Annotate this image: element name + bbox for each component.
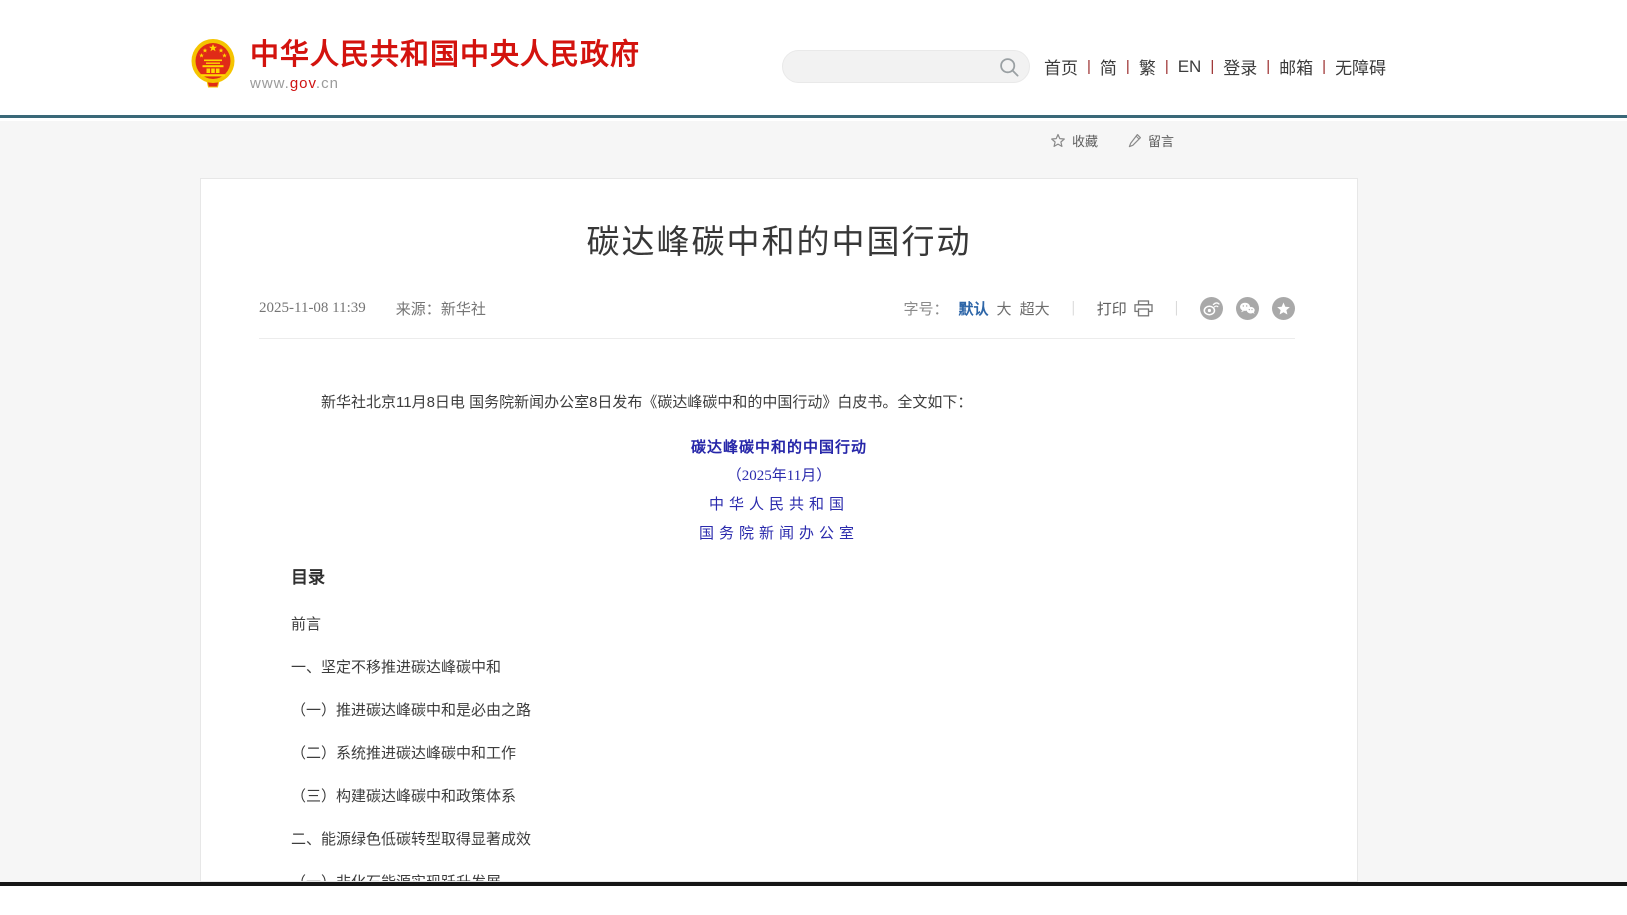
nav-separator: |	[1087, 58, 1091, 75]
site-logo[interactable]: 中华人民共和国中央人民政府 www.gov.cn	[190, 38, 640, 92]
share-star-button[interactable]	[1272, 297, 1295, 320]
pencil-icon	[1128, 133, 1142, 148]
star-share-icon	[1272, 297, 1295, 320]
search-icon[interactable]	[999, 57, 1020, 83]
site-url-cn: .cn	[316, 75, 339, 92]
document-org-line2: 国务院新闻办公室	[291, 520, 1267, 549]
article-body: 新华社北京11月8日电 国务院新闻办公室8日发布《碳达峰碳中和的中国行动》白皮书…	[291, 391, 1267, 882]
weibo-icon	[1200, 297, 1223, 320]
page-actions: 收藏 留言	[1050, 131, 1174, 150]
document-title: 碳达峰碳中和的中国行动	[291, 433, 1267, 462]
top-nav: 首页 | 简 | 繁 | EN | 登录 | 邮箱 | 无障碍	[1044, 54, 1386, 79]
national-emblem-icon	[190, 38, 236, 90]
search-box[interactable]	[782, 50, 1030, 83]
document-date: （2025年11月）	[291, 462, 1267, 491]
article-date: 2025-11-08 11:39	[259, 300, 366, 317]
logo-text: 中华人民共和国中央人民政府 www.gov.cn	[250, 38, 640, 92]
share-wechat-button[interactable]	[1236, 297, 1259, 320]
toc-item-1-3: （三）构建碳达峰碳中和政策体系	[291, 788, 1267, 805]
font-size-large-button[interactable]: 大	[997, 298, 1012, 319]
nav-separator: |	[1126, 58, 1130, 75]
font-size-default-button[interactable]: 默认	[959, 298, 989, 319]
article-meta: 2025-11-08 11:39 来源： 新华社 字号： 默认 大 超大 | 打…	[259, 295, 1295, 321]
star-icon	[1050, 133, 1066, 149]
toc-item-1-1: （一）推进碳达峰碳中和是必由之路	[291, 702, 1267, 719]
nav-item-simplified[interactable]: 简	[1100, 54, 1117, 79]
page: 中华人民共和国中央人民政府 www.gov.cn 首页 | 简 | 繁 | EN…	[0, 0, 1627, 915]
article-meta-left: 2025-11-08 11:39 来源： 新华社	[259, 298, 486, 319]
nav-item-mail[interactable]: 邮箱	[1279, 54, 1313, 79]
font-size-label: 字号：	[904, 298, 949, 319]
nav-item-home[interactable]: 首页	[1044, 54, 1078, 79]
print-label: 打印	[1097, 298, 1127, 319]
nav-separator: |	[1210, 58, 1214, 75]
article-meta-right: 字号： 默认 大 超大 | 打印 |	[904, 297, 1295, 320]
lead-paragraph: 新华社北京11月8日电 国务院新闻办公室8日发布《碳达峰碳中和的中国行动》白皮书…	[291, 391, 1267, 415]
nav-item-traditional[interactable]: 繁	[1139, 54, 1156, 79]
share-weibo-button[interactable]	[1200, 297, 1223, 320]
site-title: 中华人民共和国中央人民政府	[250, 38, 640, 72]
nav-item-accessibility[interactable]: 无障碍	[1335, 54, 1386, 79]
toc-item-1-2: （二）系统推进碳达峰碳中和工作	[291, 745, 1267, 762]
article-card: 碳达峰碳中和的中国行动 2025-11-08 11:39 来源： 新华社 字号：…	[200, 178, 1358, 882]
share-icons	[1200, 297, 1295, 320]
nav-separator: |	[1266, 58, 1270, 75]
favorite-label: 收藏	[1072, 131, 1098, 150]
nav-separator: |	[1322, 58, 1326, 75]
comment-button[interactable]: 留言	[1128, 131, 1174, 150]
article-title: 碳达峰碳中和的中国行动	[201, 220, 1357, 264]
meta-separator: |	[1175, 299, 1178, 317]
search-input[interactable]	[797, 52, 996, 83]
toc-item-1: 一、坚定不移推进碳达峰碳中和	[291, 659, 1267, 676]
site-header: 中华人民共和国中央人民政府 www.gov.cn 首页 | 简 | 繁 | EN…	[0, 0, 1627, 118]
toc-heading: 目录	[291, 565, 1267, 590]
font-size-xlarge-button[interactable]: 超大	[1020, 298, 1050, 319]
printer-icon	[1134, 300, 1153, 317]
favorite-button[interactable]: 收藏	[1050, 131, 1098, 150]
nav-item-english[interactable]: EN	[1178, 57, 1202, 77]
document-org-line1: 中华人民共和国	[291, 491, 1267, 520]
toc-item-2-1: （一）非化石能源实现跃升发展	[291, 874, 1267, 882]
meta-divider	[259, 338, 1295, 339]
comment-label: 留言	[1148, 131, 1174, 150]
site-url-www: www.	[250, 75, 290, 92]
bottom-edge-bar	[0, 882, 1627, 886]
site-url: www.gov.cn	[250, 75, 640, 92]
source-label: 来源：	[396, 298, 441, 319]
print-button[interactable]: 打印	[1097, 298, 1153, 319]
toc-item-2: 二、能源绿色低碳转型取得显著成效	[291, 831, 1267, 848]
meta-separator: |	[1072, 299, 1075, 317]
source-value: 新华社	[441, 298, 486, 319]
wechat-icon	[1236, 297, 1259, 320]
site-url-gov: gov	[290, 75, 316, 92]
toc-item-preface: 前言	[291, 616, 1267, 633]
nav-item-login[interactable]: 登录	[1223, 54, 1257, 79]
nav-separator: |	[1165, 58, 1169, 75]
